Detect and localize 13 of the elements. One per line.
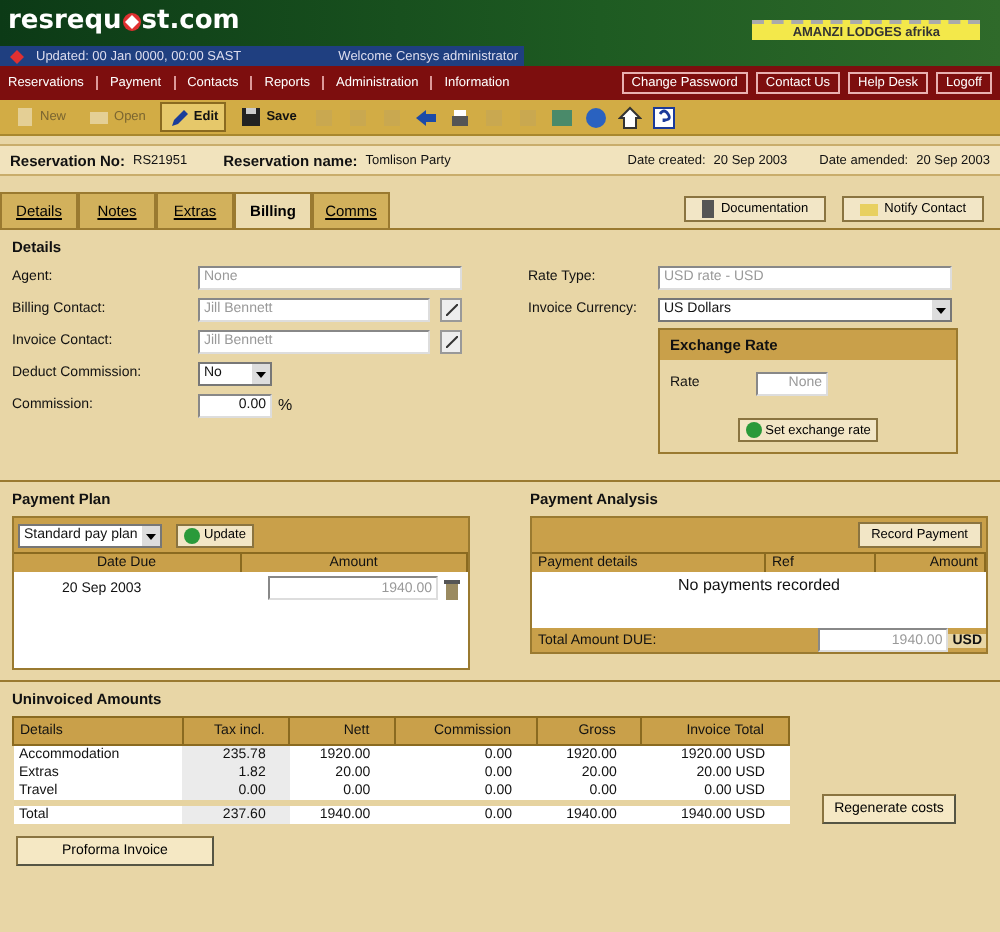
folder-icon bbox=[88, 106, 111, 128]
empty-message: No payments recorded bbox=[678, 576, 840, 594]
percent-sign: % bbox=[278, 396, 293, 414]
resrequest-logo: resrequ st.com bbox=[6, 4, 242, 36]
envelope-icon bbox=[860, 203, 879, 215]
document-icon bbox=[14, 106, 36, 128]
picker-icon[interactable] bbox=[440, 329, 462, 353]
trash-icon[interactable] bbox=[442, 577, 462, 599]
picker-icon[interactable] bbox=[440, 297, 462, 321]
pencil-icon bbox=[167, 106, 190, 128]
help-icon[interactable] bbox=[650, 103, 679, 131]
home-icon[interactable] bbox=[616, 103, 645, 131]
book-icon bbox=[702, 200, 715, 218]
